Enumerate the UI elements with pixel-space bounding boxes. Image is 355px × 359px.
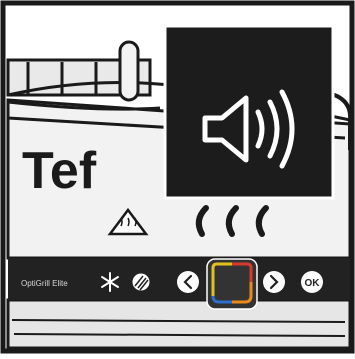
- ok-button-label: OK: [305, 278, 321, 289]
- sound-popup: [163, 24, 335, 200]
- prev-button[interactable]: [177, 271, 199, 293]
- grill-base: [6, 298, 352, 350]
- brand-logo: Tef: [22, 142, 97, 200]
- manual-mode-button[interactable]: [131, 272, 151, 292]
- ok-button[interactable]: OK: [301, 271, 323, 293]
- illustration-canvas: Tef OptiGrill Elite OK: [0, 0, 355, 354]
- next-button[interactable]: [263, 271, 285, 293]
- lid-handle: [118, 40, 140, 102]
- program-display: [206, 258, 258, 310]
- model-name-label: OptiGrill Elite: [21, 279, 68, 288]
- appliance-illustration: Tef OptiGrill Elite OK: [0, 0, 355, 354]
